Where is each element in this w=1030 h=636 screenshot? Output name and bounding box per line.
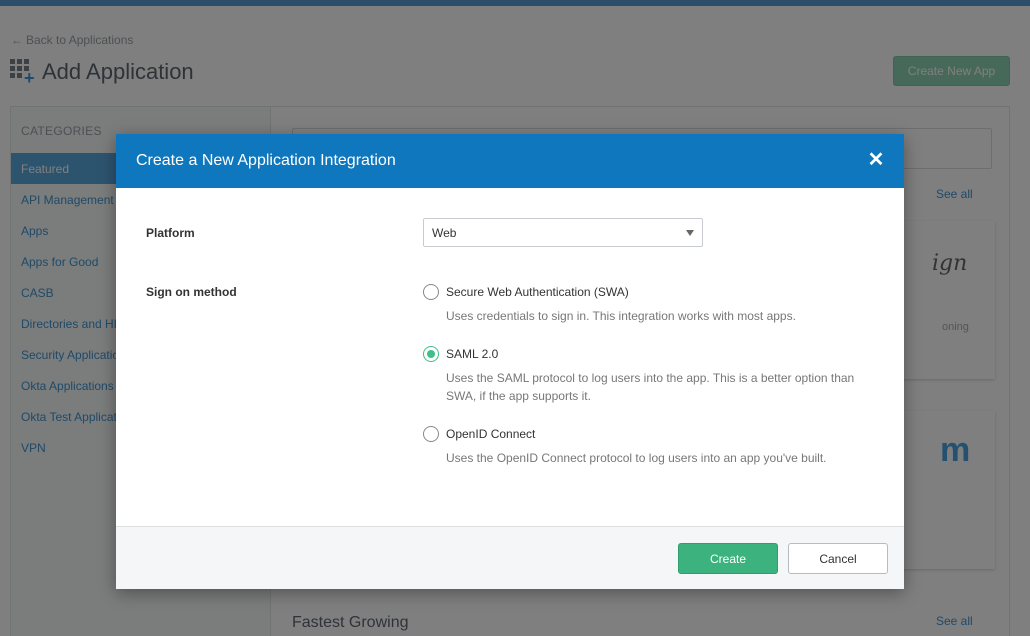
oidc-option-label[interactable]: OpenID Connect <box>446 427 535 441</box>
swa-radio[interactable] <box>423 284 439 300</box>
oidc-radio[interactable] <box>423 426 439 442</box>
swa-option-label[interactable]: Secure Web Authentication (SWA) <box>446 285 629 299</box>
saml-option-description: Uses the SAML protocol to log users into… <box>446 371 855 403</box>
close-icon[interactable]: ✕ <box>866 150 886 170</box>
saml-option-label[interactable]: SAML 2.0 <box>446 347 498 361</box>
create-app-integration-dialog: Create a New Application Integration ✕ P… <box>116 134 904 589</box>
sign-on-method-label: Sign on method <box>146 285 237 299</box>
cancel-button[interactable]: Cancel <box>788 543 888 574</box>
dialog-footer: Create Cancel <box>116 526 904 589</box>
platform-select[interactable]: Web <box>423 218 703 247</box>
create-button[interactable]: Create <box>678 543 778 574</box>
platform-select-value: Web <box>432 226 457 240</box>
platform-label: Platform <box>146 226 195 240</box>
oidc-option-description: Uses the OpenID Connect protocol to log … <box>446 451 827 465</box>
dialog-title: Create a New Application Integration <box>136 152 396 169</box>
dialog-header: Create a New Application Integration ✕ <box>116 134 904 188</box>
swa-option-description: Uses credentials to sign in. This integr… <box>446 309 796 323</box>
saml-radio[interactable] <box>423 346 439 362</box>
chevron-down-icon <box>686 230 694 236</box>
